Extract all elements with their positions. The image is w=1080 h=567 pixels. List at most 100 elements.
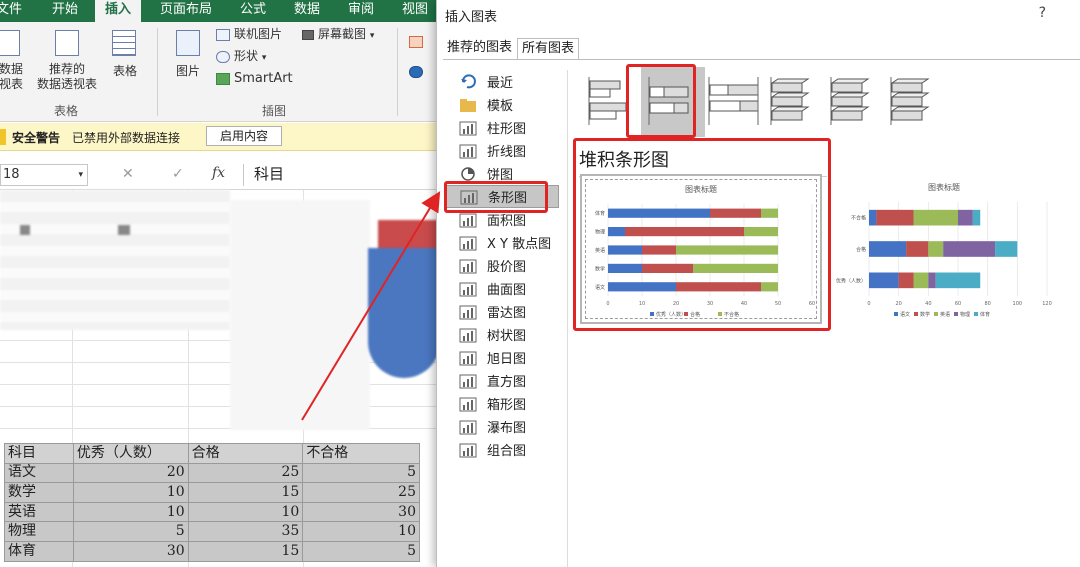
table-cell[interactable]: 5 [302,540,420,562]
chart-category-radar-chart[interactable]: 雷达图 [445,300,559,323]
table-cell[interactable]: 20 [72,462,189,484]
legend-label: 数学 [920,311,930,318]
x-tick-label: 100 [1013,301,1023,307]
tab-formulas[interactable]: 公式 [230,0,276,22]
table-cell[interactable]: 10 [302,521,420,542]
chart-category-stock-chart[interactable]: 股价图 [445,254,559,277]
table-cell[interactable]: 体育 [4,540,74,562]
ribbon-separator [397,28,398,116]
chart-category-scatter-chart[interactable]: X Y 散点图 [445,231,559,254]
table-cell[interactable]: 25 [302,482,420,503]
smartart-button[interactable]: SmartArt [234,71,293,86]
table-cell[interactable]: 5 [302,462,420,484]
chart-category-waterfall-chart[interactable]: 瀑布图 [445,415,559,438]
table-cell[interactable]: 10 [187,501,304,523]
chart-category-label: 直方图 [487,375,527,390]
percent-stacked-bar-subtype[interactable] [701,67,765,137]
ribbon-tab-bar: 文件 开始 插入 页面布局 公式 数据 审阅 视图 [0,0,440,22]
chart-category-recent[interactable]: 最近 [445,70,559,93]
table-cell[interactable]: 物理 [4,521,74,542]
table-cell[interactable]: 25 [187,462,304,484]
online-picture-button[interactable]: 联机图片 [234,27,282,42]
chart-category-sunburst-chart[interactable]: 旭日图 [445,346,559,369]
table-cell[interactable]: 语文 [4,462,74,484]
worksheet[interactable]: 科目 优秀（人数） 合格 不合格 语文 20 25 5 数学 10 15 25 … [0,190,440,567]
table-cell[interactable]: 30 [302,501,420,523]
chart-category-folder[interactable]: 模板 [445,93,559,116]
table-row: 语文 20 25 5 [4,462,420,484]
table-header-row: 科目 优秀（人数） 合格 不合格 [4,443,420,464]
header-cell[interactable]: 优秀（人数） [72,443,189,464]
enter-icon[interactable]: ✓ [172,166,184,182]
table-cell[interactable]: 10 [72,501,189,523]
legend-swatch [894,312,898,316]
table-cell[interactable]: 5 [72,521,189,542]
table-cell[interactable]: 英语 [4,501,74,523]
tab-file[interactable]: 文件 [0,0,32,22]
chart-preview-2[interactable]: 图表标题 0 20 40 60 80 100 120 优秀（人数） 合格 不合格 语文 数学 英语 物理 体育 [827,174,1061,324]
enable-content-button[interactable]: 启用内容 [206,126,282,146]
help-button[interactable]: ? [1039,5,1046,21]
header-cell[interactable]: 科目 [4,443,74,464]
table-cell[interactable]: 15 [187,540,304,562]
online-picture-icon [216,29,230,41]
chart-category-column-chart[interactable]: 柱形图 [445,116,559,139]
function-icon[interactable]: fx [212,165,225,181]
chart-category-treemap-chart[interactable]: 树状图 [445,323,559,346]
y-tick-label: 合格 [856,246,866,253]
header-cell[interactable]: 合格 [187,443,304,464]
chart-category-line-chart[interactable]: 折线图 [445,139,559,162]
tab-all-charts[interactable]: 所有图表 [517,38,580,60]
tab-page-layout[interactable]: 页面布局 [150,0,222,22]
chart-category-surface-chart[interactable]: 曲面图 [445,277,559,300]
column-chart-icon [459,120,477,136]
3d-stacked-bar-subtype[interactable] [823,67,887,137]
tables-group-label: 表格 [54,104,79,118]
chart-category-boxplot-chart[interactable]: 箱形图 [445,392,559,415]
table-icon [112,30,136,56]
name-box[interactable]: 18 ▾ [0,164,88,186]
tab-home[interactable]: 开始 [42,0,88,22]
folder-icon [459,97,477,113]
insert-chart-dialog: 插入图表 ? 推荐的图表 所有图表 最近 模板 柱形图 折线图 饼图 条形图 面积图 X Y … [436,0,1080,567]
x-tick-label: 80 [984,301,990,307]
table-cell[interactable]: 15 [187,482,304,503]
table-cell[interactable]: 10 [72,482,189,503]
screenshot-button[interactable]: 屏幕截图 ▾ [318,27,374,44]
formula-bar: 18 ▾ ✕ ✓ fx 科目 [0,160,440,190]
legend-swatch [914,312,918,316]
bar-chart-icon [830,77,870,125]
recommended-pivot-button[interactable]: 推荐的 数据透视表 [30,62,104,92]
table-cell[interactable]: 30 [72,540,189,562]
tab-data[interactable]: 数据 [284,0,330,22]
tab-view[interactable]: 视图 [392,0,438,22]
3d-clustered-bar-subtype[interactable] [763,67,827,137]
legend-swatch [974,312,978,316]
tab-insert[interactable]: 插入 [95,0,142,22]
legend-label: 英语 [940,311,950,318]
formula-input[interactable]: 科目 [243,164,440,186]
sunburst-chart-icon [459,350,477,366]
chart-category-label: 树状图 [487,329,527,344]
tab-divider [443,59,1080,60]
table-button[interactable]: 表格 [104,64,146,79]
highlight-stacked-subtype [626,64,696,138]
shapes-button[interactable]: 形状 ▾ [234,49,266,66]
pivot-table-button[interactable]: 数据 视表 [0,62,26,92]
bar-segment [913,209,958,226]
picture-button[interactable]: 图片 [168,64,208,79]
table-cell[interactable]: 数学 [4,482,74,503]
chart-category-combo-chart[interactable]: 组合图 [445,438,559,461]
chart-category-label: 曲面图 [487,283,527,298]
warning-shield-icon [0,129,6,145]
chart-category-label: 箱形图 [487,398,527,413]
cancel-icon[interactable]: ✕ [122,166,134,182]
table-cell[interactable]: 35 [187,521,304,542]
3d-percent-stacked-bar-subtype[interactable] [883,67,947,137]
tab-recommended-charts[interactable]: 推荐的图表 [443,38,516,60]
chevron-down-icon: ▾ [369,31,375,41]
tab-review[interactable]: 审阅 [338,0,384,22]
chart-category-histogram-chart[interactable]: 直方图 [445,369,559,392]
header-cell[interactable]: 不合格 [302,443,420,464]
bar-segment [958,209,973,226]
